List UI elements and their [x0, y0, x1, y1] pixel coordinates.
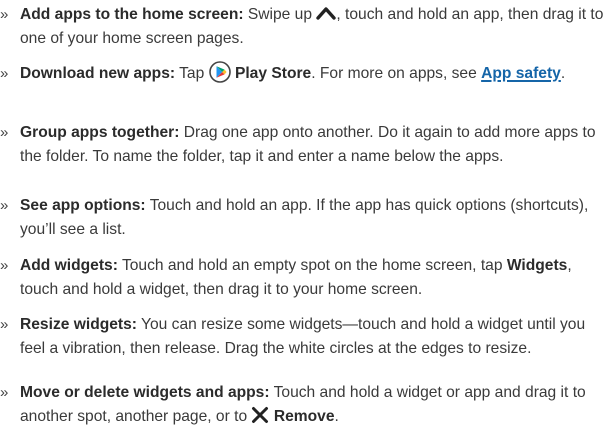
item-text: Touch and hold an empty spot on the home… [117, 257, 507, 274]
item-term: Resize widgets: [20, 316, 137, 333]
list-item: » Add apps to the home screen: Swipe up ,… [0, 3, 611, 51]
widgets-label: Widgets [506, 257, 568, 274]
bullet-marker: » [0, 124, 9, 141]
list-item: » Download new apps: Tap Play Store. For … [0, 61, 611, 86]
list-item: » Resize widgets: You can resize some wid… [0, 313, 611, 361]
bullet-marker: » [0, 197, 9, 214]
bullet-marker: » [0, 6, 9, 23]
list-item: » Move or delete widgets and apps: Touch … [0, 381, 611, 429]
play-store-icon [208, 61, 231, 83]
item-term: Download new apps: [20, 65, 176, 82]
list-item: » See app options: Touch and hold an app.… [0, 194, 611, 242]
list-item: » Add widgets: Touch and hold an empty sp… [0, 254, 611, 302]
item-term: Add widgets: [20, 257, 118, 274]
bullet-marker: » [0, 65, 9, 82]
remove-label: Remove [269, 408, 335, 425]
bullet-marker: » [0, 384, 9, 401]
bullet-marker: » [0, 316, 9, 333]
list-item: » Group apps together: Drag one app onto … [0, 121, 611, 169]
item-term: Add apps to the home screen: [20, 6, 244, 23]
item-term: Group apps together: [20, 124, 180, 141]
chevron-up-icon [316, 6, 337, 20]
close-x-icon [251, 406, 269, 424]
bullet-marker: » [0, 257, 9, 274]
item-text: Swipe up [243, 6, 317, 23]
item-text: Tap [175, 65, 209, 82]
document-page: » Add apps to the home screen: Swipe up ,… [0, 0, 611, 428]
item-text: . [334, 408, 339, 425]
play-store-label: Play Store [230, 65, 312, 82]
item-term: Move or delete widgets and apps: [20, 384, 270, 401]
item-text: . For more on apps, see [311, 65, 482, 82]
item-text: . [560, 65, 566, 82]
item-term: See app options: [20, 197, 146, 214]
app-safety-link[interactable]: App safety [481, 65, 561, 82]
